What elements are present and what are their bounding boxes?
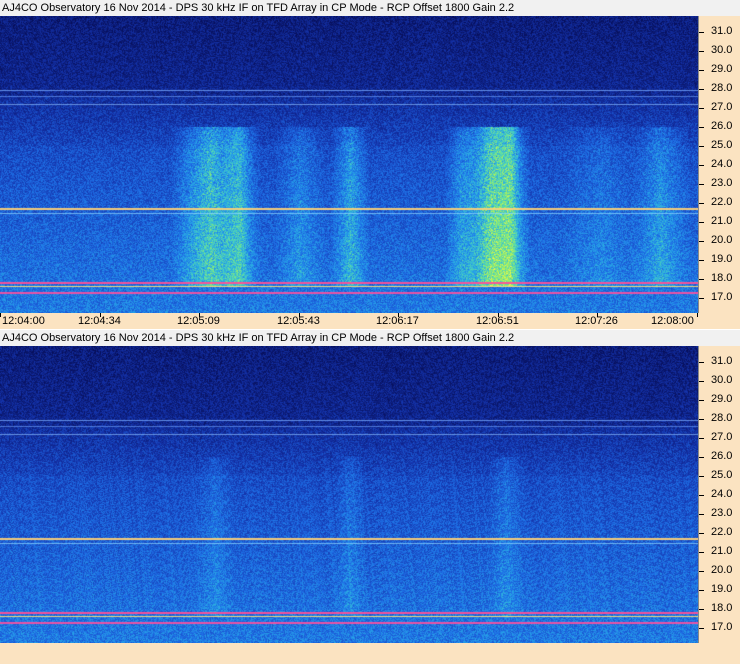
freq-tick-label: 24.0: [711, 488, 733, 500]
time-tick-label: 12:06:17: [376, 315, 419, 327]
freq-tick: [699, 571, 704, 572]
freq-tick-label: 20.0: [711, 234, 733, 246]
freq-tick: [699, 419, 704, 420]
freq-tick-label: 29.0: [711, 393, 733, 405]
freq-tick: [699, 362, 704, 363]
freq-tick: [699, 533, 704, 534]
freq-tick: [699, 89, 704, 90]
freq-tick-label: 31.0: [711, 355, 733, 367]
freq-tick-label: 21.0: [711, 545, 733, 557]
freq-tick-label: 30.0: [711, 374, 733, 386]
freq-tick: [699, 279, 704, 280]
freq-tick-label: 23.0: [711, 177, 733, 189]
freq-tick-label: 25.0: [711, 139, 733, 151]
panel-1-spectrogram-image: [0, 16, 698, 313]
freq-tick-label: 24.0: [711, 158, 733, 170]
freq-tick: [699, 260, 704, 261]
freq-tick: [699, 476, 704, 477]
time-tick-label: 12:08:00: [651, 315, 694, 327]
freq-tick-label: 21.0: [711, 215, 733, 227]
freq-tick: [699, 514, 704, 515]
freq-tick-label: 19.0: [711, 253, 733, 265]
freq-tick: [699, 495, 704, 496]
time-tick-label: 12:04:00: [2, 315, 45, 327]
freq-tick-label: 17.0: [711, 621, 733, 633]
freq-tick-label: 25.0: [711, 469, 733, 481]
panel-1-time-axis: 12:04:00 12:04:34 12:05:09 12:05:43 12:06:17…: [0, 313, 740, 329]
freq-tick: [699, 590, 704, 591]
freq-tick: [699, 222, 704, 223]
freq-tick-label: 27.0: [711, 431, 733, 443]
freq-tick-label: 19.0: [711, 583, 733, 595]
freq-tick: [699, 127, 704, 128]
time-tick: [0, 313, 1, 317]
panel-2-spectrogram[interactable]: [0, 346, 698, 643]
freq-tick-label: 17.0: [711, 291, 733, 303]
freq-tick: [699, 165, 704, 166]
freq-tick-label: 22.0: [711, 526, 733, 538]
freq-tick-label: 30.0: [711, 44, 733, 56]
panel-1-title: AJ4CO Observatory 16 Nov 2014 - DPS 30 k…: [0, 0, 740, 16]
freq-tick: [699, 51, 704, 52]
freq-tick: [699, 628, 704, 629]
freq-tick: [699, 241, 704, 242]
panel-2-spectrogram-image: [0, 346, 698, 643]
freq-tick-label: 27.0: [711, 101, 733, 113]
freq-tick: [699, 400, 704, 401]
freq-tick-label: 28.0: [711, 82, 733, 94]
freq-tick-label: 18.0: [711, 602, 733, 614]
time-tick: [697, 313, 698, 317]
freq-tick: [699, 609, 704, 610]
freq-tick: [699, 146, 704, 147]
freq-tick: [699, 438, 704, 439]
freq-tick-label: 18.0: [711, 272, 733, 284]
freq-tick-label: 20.0: [711, 564, 733, 576]
time-tick-label: 12:07:26: [575, 315, 618, 327]
freq-tick-label: 28.0: [711, 412, 733, 424]
freq-tick: [699, 381, 704, 382]
freq-tick: [699, 32, 704, 33]
freq-tick: [699, 457, 704, 458]
freq-tick: [699, 298, 704, 299]
freq-tick: [699, 70, 704, 71]
freq-tick: [699, 203, 704, 204]
panel-1-frequency-axis: 31.0 30.0 29.0 28.0 27.0 26.0 25.0 24.0 23.0 22.0…: [698, 16, 740, 313]
freq-tick-label: 26.0: [711, 450, 733, 462]
time-tick-label: 12:05:09: [177, 315, 220, 327]
panel-2-title: AJ4CO Observatory 16 Nov 2014 - DPS 30 k…: [0, 330, 740, 346]
freq-tick-label: 22.0: [711, 196, 733, 208]
time-tick-label: 12:05:43: [277, 315, 320, 327]
freq-tick-label: 31.0: [711, 25, 733, 37]
freq-tick-label: 23.0: [711, 507, 733, 519]
freq-tick-label: 26.0: [711, 120, 733, 132]
freq-tick-label: 29.0: [711, 63, 733, 75]
panel-2-frequency-axis: 31.0 30.0 29.0 28.0 27.0 26.0 25.0 24.0 23.0 22.0…: [698, 346, 740, 643]
time-tick-label: 12:04:34: [78, 315, 121, 327]
panel-1-spectrogram[interactable]: [0, 16, 698, 313]
freq-tick: [699, 108, 704, 109]
time-tick-label: 12:06:51: [476, 315, 519, 327]
freq-tick: [699, 552, 704, 553]
freq-tick: [699, 184, 704, 185]
panel-2-time-axis: [0, 643, 740, 664]
